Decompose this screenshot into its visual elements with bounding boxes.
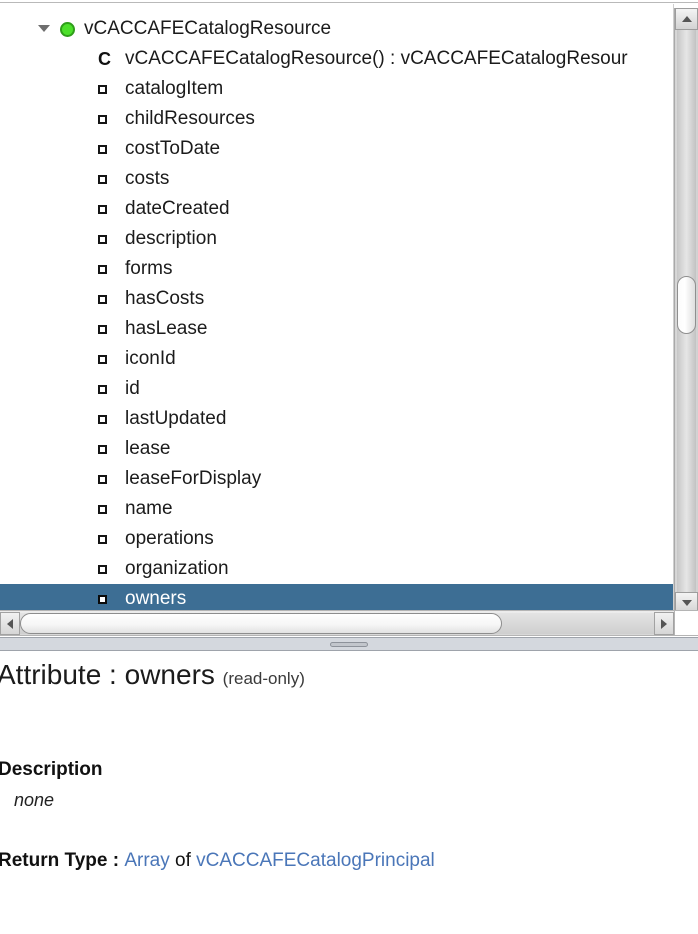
green-circle-icon: [60, 21, 75, 37]
return-type-label: Return Type :: [0, 850, 125, 871]
vertical-scroll-thumb[interactable]: [677, 276, 696, 334]
tree-row-costs[interactable]: costs: [0, 164, 673, 194]
attribute-square-icon: [98, 444, 107, 454]
tree-row-lastupdated[interactable]: lastUpdated: [0, 404, 673, 434]
attribute-square-icon: [98, 534, 107, 544]
tree-row-operations[interactable]: operations: [0, 524, 673, 554]
tree-item-label: vCACCAFECatalogResource() : vCACCAFECata…: [125, 48, 628, 69]
tree-row-id[interactable]: id: [0, 374, 673, 404]
triangle-right-icon: [661, 618, 667, 629]
attribute-square-icon: [98, 564, 107, 574]
tree-item-label: lease: [125, 438, 171, 459]
scroll-right-button[interactable]: [654, 612, 674, 635]
tree-row-description[interactable]: description: [0, 224, 673, 254]
splitter-grip-icon[interactable]: [330, 642, 368, 647]
tree-row-iconid[interactable]: iconId: [0, 344, 673, 374]
return-type-array-link[interactable]: Array: [124, 850, 169, 871]
triangle-down-icon[interactable]: [38, 25, 50, 32]
tree-root-content: vCACCAFECatalogResource: [38, 14, 331, 44]
tree-item-label: id: [125, 378, 140, 399]
scroll-left-button[interactable]: [0, 612, 20, 635]
tree-row-organization[interactable]: organization: [0, 554, 673, 584]
tree-row-haslease[interactable]: hasLease: [0, 314, 673, 344]
tree-row-hascosts[interactable]: hasCosts: [0, 284, 673, 314]
attribute-square-icon: [98, 234, 107, 244]
return-type-of-text: of: [169, 850, 197, 871]
attribute-square-icon: [98, 144, 107, 154]
tree-row-leasefordisplay[interactable]: leaseForDisplay: [0, 464, 673, 494]
tree-item-label: owners: [125, 588, 187, 609]
tree-row-costtodate[interactable]: costToDate: [0, 134, 673, 164]
attribute-square-icon: [98, 204, 107, 214]
return-type-line: Return Type : Array of vCACCAFECatalogPr…: [0, 850, 435, 872]
scrollbar-corner: [674, 611, 698, 635]
triangle-up-icon: [681, 16, 692, 22]
constructor-c-icon: C: [98, 49, 111, 69]
detail-title-name: owners: [124, 659, 215, 690]
attribute-square-icon: [98, 594, 107, 604]
triangle-down-icon: [681, 600, 692, 606]
attribute-square-icon: [98, 354, 107, 364]
detail-title-prefix: Attribute :: [0, 659, 125, 690]
tree-row-lease[interactable]: lease: [0, 434, 673, 464]
tree-row-owners[interactable]: owners: [0, 584, 673, 610]
tree-row-name[interactable]: name: [0, 494, 673, 524]
tree-item-label: name: [125, 498, 173, 519]
attribute-square-icon: [98, 174, 107, 184]
tree-item-label: iconId: [125, 348, 176, 369]
tree-item-label: hasCosts: [125, 288, 205, 309]
tree-item-label: catalogItem: [125, 78, 224, 99]
tree-horizontal-scrollbar[interactable]: [0, 610, 698, 636]
detail-title: Attribute : owners (read-only): [0, 659, 305, 691]
attribute-square-icon: [98, 84, 107, 94]
tree-item-label: costToDate: [125, 138, 221, 159]
tree-item-label: costs: [125, 168, 170, 189]
attribute-square-icon: [98, 384, 107, 394]
attribute-square-icon: [98, 294, 107, 304]
detail-readonly-flag: (read-only): [222, 669, 305, 688]
scroll-down-button[interactable]: [675, 592, 698, 610]
tree-item-label: organization: [125, 558, 229, 579]
tree-row-catalogitem[interactable]: catalogItem: [0, 74, 673, 104]
attribute-square-icon: [98, 504, 107, 514]
attribute-square-icon: [98, 474, 107, 484]
attribute-square-icon: [98, 324, 107, 334]
tree-item-label: forms: [125, 258, 173, 279]
tree-item-label: dateCreated: [125, 198, 230, 219]
attribute-square-icon: [98, 264, 107, 274]
class-tree-panel: vCACCAFECatalogResource CvCACCAFECatalog…: [0, 4, 698, 610]
tree-item-label: operations: [125, 528, 214, 549]
description-value: none: [14, 790, 55, 810]
horizontal-scroll-thumb[interactable]: [20, 613, 502, 634]
panel-splitter[interactable]: [0, 637, 698, 651]
tree-row-datecreated[interactable]: dateCreated: [0, 194, 673, 224]
class-tree-list: vCACCAFECatalogResource CvCACCAFECatalog…: [0, 4, 673, 610]
class-tree-viewport[interactable]: vCACCAFECatalogResource CvCACCAFECatalog…: [0, 4, 674, 610]
tree-row-forms[interactable]: forms: [0, 254, 673, 284]
window-top-divider: [0, 0, 698, 3]
tree-row-vcaccafecatalogresource-vcaccafecatalogresour[interactable]: CvCACCAFECatalogResource() : vCACCAFECat…: [0, 44, 673, 74]
tree-item-label: childResources: [125, 108, 255, 129]
detail-panel: Attribute : owners (read-only) Descripti…: [0, 652, 698, 934]
tree-item-label: description: [125, 228, 217, 249]
api-explorer-window: vCACCAFECatalogResource CvCACCAFECatalog…: [0, 0, 698, 934]
tree-root-label: vCACCAFECatalogResource: [84, 18, 332, 39]
scroll-up-button[interactable]: [675, 8, 698, 30]
return-type-class-link[interactable]: vCACCAFECatalogPrincipal: [196, 850, 435, 871]
attribute-square-icon: [98, 114, 107, 124]
tree-vertical-scrollbar[interactable]: [674, 8, 698, 610]
tree-item-label: hasLease: [125, 318, 208, 339]
triangle-left-icon: [7, 618, 13, 629]
tree-item-label: leaseForDisplay: [125, 468, 262, 489]
tree-row-root[interactable]: vCACCAFECatalogResource: [0, 14, 673, 44]
tree-row-childresources[interactable]: childResources: [0, 104, 673, 134]
tree-item-label: lastUpdated: [125, 408, 227, 429]
description-heading: Description: [0, 759, 103, 780]
attribute-square-icon: [98, 414, 107, 424]
